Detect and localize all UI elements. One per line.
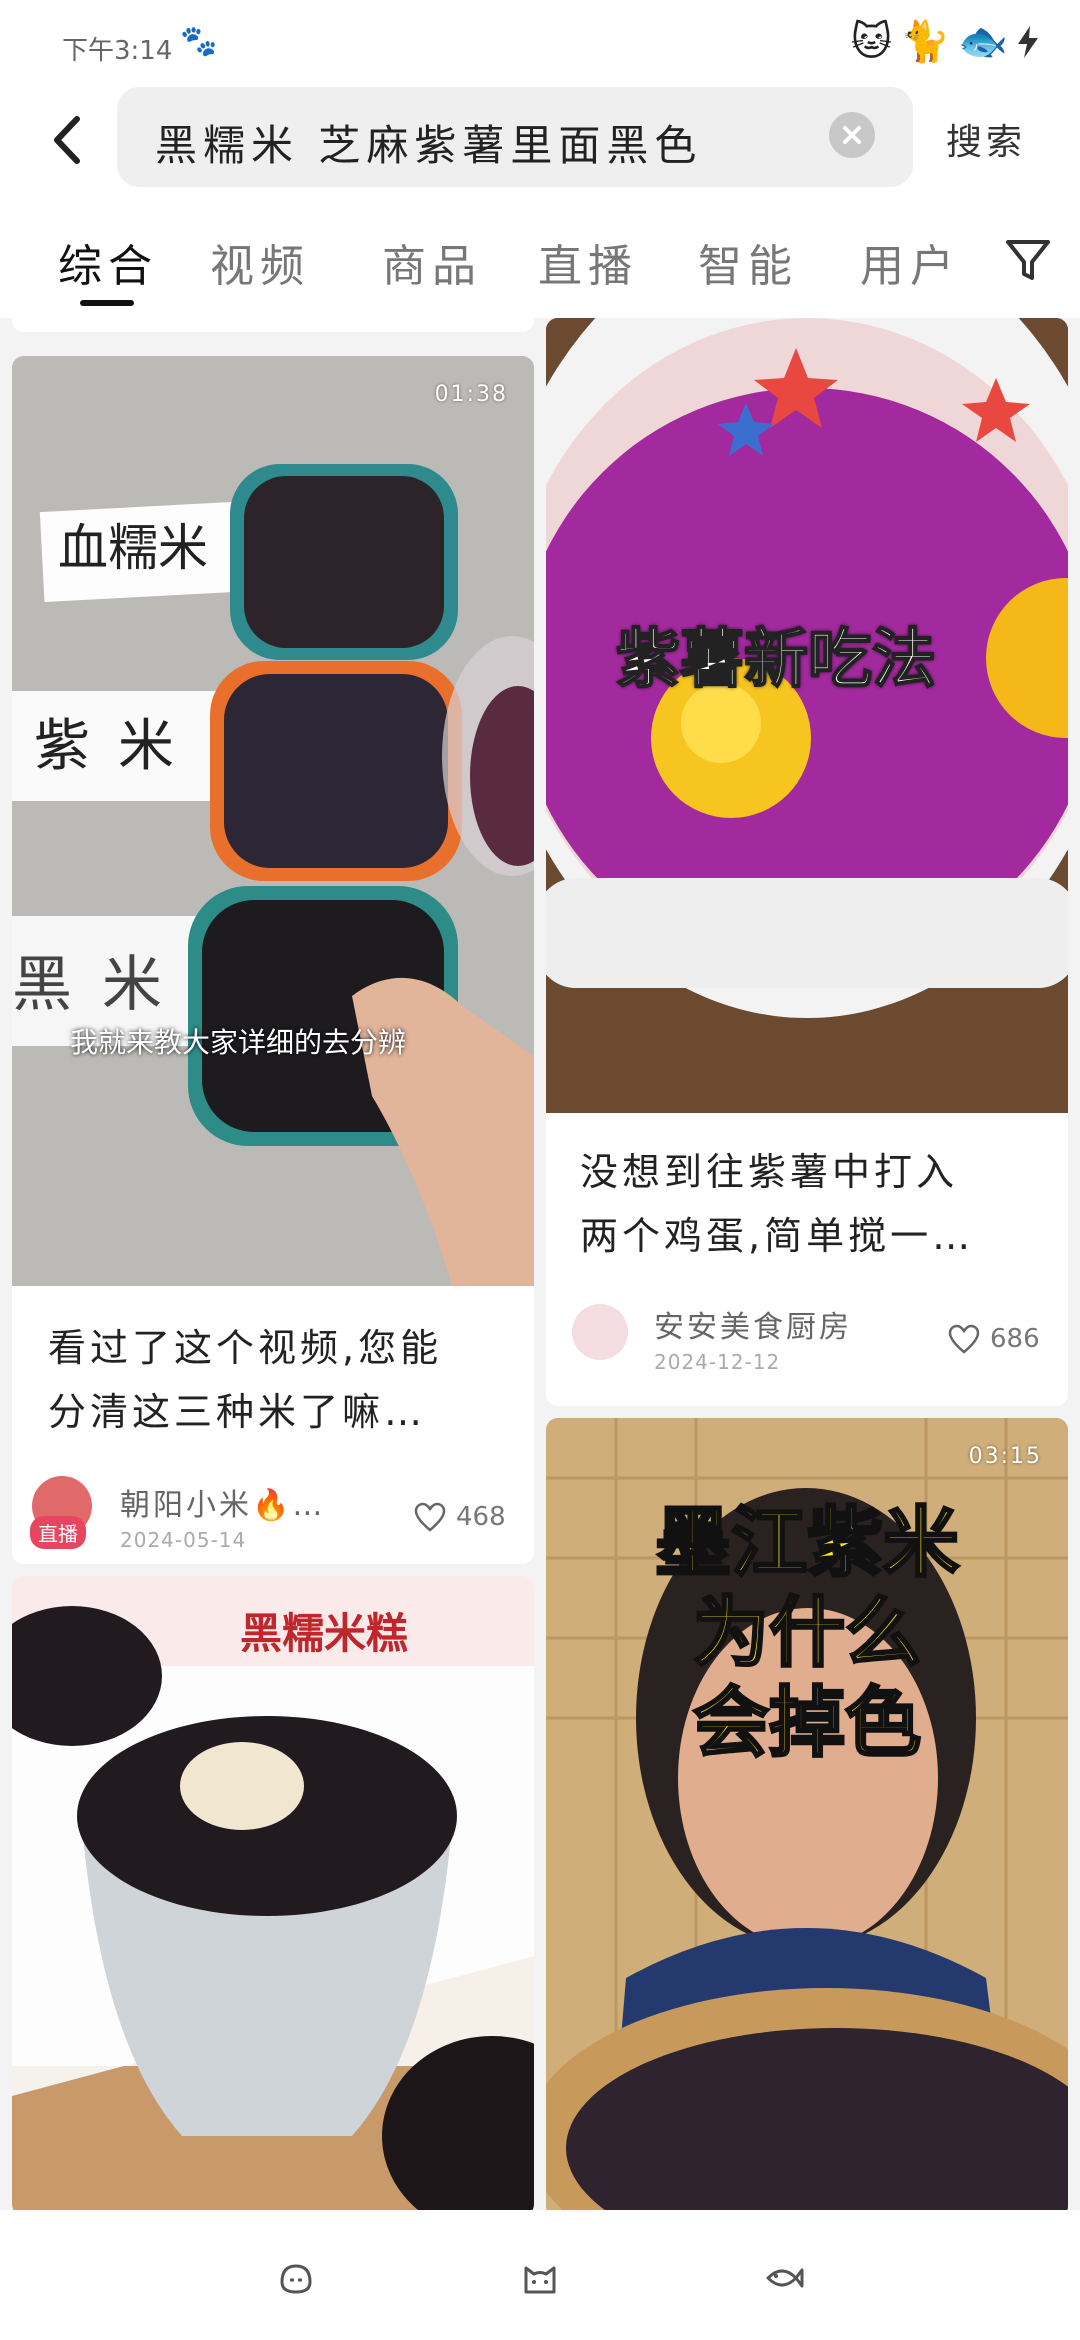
card-title-line1: 没想到往紫薯中打入 — [580, 1150, 959, 1194]
label-red-glutinous-rice: 血糯米 — [58, 519, 208, 577]
author-name[interactable]: 安安美食厨房 — [654, 1302, 852, 1346]
filter-icon[interactable] — [1002, 234, 1054, 286]
caption-line: 会掉色 — [692, 1677, 923, 1769]
video-thumbnail: 03:15 墨江紫米 为什么 会掉色 — [546, 1418, 1068, 2210]
label-black-rice: 黑米 — [12, 950, 192, 1020]
video-thumbnail: 黑糯米糕 — [12, 1576, 534, 2210]
tab-goods[interactable]: 商品 — [382, 230, 482, 294]
card-title-line2: 分清这三种米了嘛… — [48, 1390, 427, 1434]
like-button[interactable]: 468 — [414, 1502, 506, 1532]
category-tabs: 综合 视频 商品 直播 智能 用户 — [0, 200, 1080, 318]
cat-icon-glyph — [524, 2266, 556, 2294]
thumbnail-caption: 墨江紫米 为什么 会掉色 — [546, 1497, 1068, 1769]
tab-smart[interactable]: 智能 — [698, 230, 798, 294]
bottom-navigation — [0, 2210, 1080, 2340]
video-subtitle: 我就来教大家详细的去分辨 — [70, 1026, 407, 1059]
publish-date: 2024-05-14 — [120, 1528, 247, 1552]
video-duration: 03:15 — [968, 1444, 1042, 1469]
result-card-rice[interactable]: 01:38 血糯米 紫米 黑米 我就来教大家详细的去分辨 看过了这个视频,您能 … — [12, 356, 534, 1564]
home-icon[interactable] — [276, 2258, 316, 2298]
result-card-cake[interactable]: 黑糯米糕 — [12, 1576, 534, 2210]
like-count: 686 — [990, 1324, 1040, 1354]
fish-icon-glyph — [766, 2268, 804, 2288]
search-input[interactable]: 黑糯米 芝麻紫薯里面黑色 — [117, 87, 913, 187]
status-time: 下午3:14 — [62, 36, 173, 66]
video-duration: 01:38 — [434, 382, 508, 407]
tab-video[interactable]: 视频 — [210, 230, 310, 294]
cat-face-icon: 🐾 — [180, 24, 218, 59]
back-button[interactable] — [36, 105, 96, 175]
sweet-potato-thumbnail-art — [546, 318, 1068, 1113]
author-name[interactable]: 朝阳小米🔥… — [120, 1480, 325, 1524]
video-thumbnail: 紫薯新吃法 — [546, 318, 1068, 1113]
publish-date: 2024-12-12 — [654, 1350, 781, 1374]
tab-live[interactable]: 直播 — [538, 230, 638, 294]
live-badge: 直播 — [30, 1516, 86, 1549]
card-title-line1: 看过了这个视频,您能 — [48, 1326, 443, 1370]
heart-icon — [414, 1502, 446, 1532]
avatar[interactable] — [572, 1304, 628, 1360]
status-bar: 下午3:14 🐾 🐱 🐈 🐟 — [0, 0, 1080, 85]
result-card-sweet-potato[interactable]: 紫薯新吃法 没想到往紫薯中打入 两个鸡蛋,简单搅一… 安安美食厨房 2024-1… — [546, 318, 1068, 1406]
search-button[interactable]: 搜索 — [946, 113, 1026, 165]
cat-sticker-icon: 🐱 — [850, 18, 893, 65]
video-thumbnail: 01:38 血糯米 紫米 黑米 我就来教大家详细的去分辨 — [12, 356, 534, 1286]
heart-icon — [948, 1324, 980, 1354]
fish-icon[interactable] — [764, 2258, 804, 2298]
like-button[interactable]: 686 — [948, 1324, 1040, 1354]
chevron-left-icon — [54, 116, 80, 164]
active-tab-indicator — [80, 300, 134, 306]
status-icons: 🐱 🐈 🐟 — [851, 18, 1040, 65]
home-icon-glyph — [280, 2264, 312, 2294]
thumbnail-caption: 黑糯米糕 — [240, 1609, 409, 1658]
rice-thumbnail-art — [12, 356, 534, 1286]
caption-line: 为什么 — [692, 1587, 923, 1679]
search-header: 黑糯米 芝麻紫薯里面黑色 搜索 — [0, 85, 1080, 200]
card-title-line2: 两个鸡蛋,简单搅一… — [580, 1214, 975, 1258]
cat-icon[interactable] — [520, 2258, 560, 2298]
tab-users[interactable]: 用户 — [860, 230, 960, 294]
caption-line: 墨江紫米 — [654, 1497, 961, 1589]
cake-thumbnail-art — [12, 1576, 534, 2210]
like-count: 468 — [456, 1502, 506, 1532]
label-purple-rice: 紫米 — [34, 714, 202, 779]
clear-search-button[interactable] — [829, 112, 875, 158]
charging-bolt-icon — [1018, 25, 1038, 58]
close-icon — [843, 126, 861, 144]
previous-card-edge — [12, 318, 534, 332]
search-query: 黑糯米 芝麻紫薯里面黑色 — [155, 121, 703, 170]
cat-sticker-icon: 🐈 — [900, 19, 951, 65]
thumbnail-caption: 紫薯新吃法 — [615, 622, 937, 698]
tab-comprehensive[interactable]: 综合 — [58, 230, 158, 294]
result-card-mojiang[interactable]: 03:15 墨江紫米 为什么 会掉色 — [546, 1418, 1068, 2210]
fish-sticker-icon: 🐟 — [958, 19, 1008, 65]
search-results-feed: 01:38 血糯米 紫米 黑米 我就来教大家详细的去分辨 看过了这个视频,您能 … — [0, 318, 1080, 2210]
